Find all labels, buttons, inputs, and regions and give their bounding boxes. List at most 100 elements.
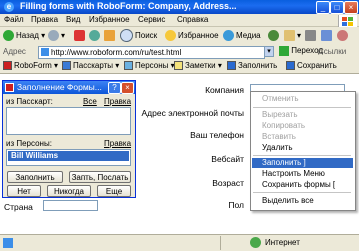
windows-logo-icon xyxy=(338,15,357,27)
address-label: Адрес xyxy=(3,47,26,56)
history-icon xyxy=(268,30,279,42)
forward-arrow-icon xyxy=(48,30,59,42)
status-divider xyxy=(220,236,221,250)
media-icon xyxy=(223,30,234,42)
media-button[interactable]: Медиа xyxy=(223,29,261,43)
menu-item-copy[interactable]: Копировать xyxy=(252,121,353,131)
country-field[interactable] xyxy=(43,200,98,211)
never-button[interactable]: Никогда xyxy=(47,185,91,197)
menu-item-cut[interactable]: Вырезать xyxy=(252,110,353,120)
page-status-icon xyxy=(3,238,13,248)
panel-title-bar: Заполнение Формы... ? × xyxy=(3,81,135,94)
fill-icon xyxy=(227,61,236,71)
identity-icon xyxy=(124,61,133,71)
status-bar: Интернет xyxy=(0,234,359,251)
email-label: Адрес электронной почты xyxy=(141,108,245,118)
from-identities-label: из Персоны: xyxy=(6,139,52,148)
menu-item-fill[interactable]: Заполнить ] xyxy=(252,158,353,168)
identity-list[interactable]: Bill Williams xyxy=(6,149,131,166)
menu-help[interactable]: Справка xyxy=(177,15,208,24)
edit-icon xyxy=(321,30,332,42)
passcards-button[interactable]: Пасскарты ▾ xyxy=(62,60,119,72)
menu-item-select-all[interactable]: Выделить все xyxy=(252,196,353,206)
window-title-bar: e Filling forms with RoboForm: Company, … xyxy=(0,0,359,14)
roboform-panel-icon xyxy=(5,83,14,92)
menu-separator xyxy=(253,192,351,193)
security-zone-label: Интернет xyxy=(265,238,300,247)
age-label: Возраст xyxy=(212,178,244,188)
company-label: Компания xyxy=(205,85,244,95)
passcard-list[interactable] xyxy=(6,107,131,135)
search-button[interactable]: Поиск xyxy=(120,29,157,43)
menu-separator xyxy=(253,107,351,108)
note-icon xyxy=(174,61,183,71)
history-button[interactable] xyxy=(268,29,281,43)
menu-item-delete[interactable]: Удалить xyxy=(252,143,353,153)
menu-view[interactable]: Вид xyxy=(66,15,80,24)
home-icon xyxy=(104,30,115,42)
print-icon xyxy=(305,30,316,42)
back-arrow-icon xyxy=(3,30,14,42)
print-button[interactable] xyxy=(305,29,318,43)
forward-button[interactable]: ▾ xyxy=(48,29,65,43)
home-button[interactable] xyxy=(104,29,117,43)
search-icon xyxy=(120,29,133,43)
messenger-icon xyxy=(337,30,348,42)
identities-button[interactable]: Персоны ▾ xyxy=(124,60,175,72)
back-button[interactable]: Назад ▾ xyxy=(3,29,45,43)
menu-item-save-form[interactable]: Сохранить формы [ xyxy=(252,180,353,190)
maximize-button[interactable]: □ xyxy=(330,1,344,14)
go-button[interactable]: Переход xyxy=(279,46,323,56)
edit-identities-link[interactable]: Правка xyxy=(104,139,131,148)
help-icon[interactable]: ? xyxy=(108,82,121,94)
fill-button[interactable]: Заполнить xyxy=(7,171,63,183)
menu-bar: Файл Правка Вид Избранное Сервис Справка xyxy=(0,14,359,27)
menu-edit[interactable]: Правка xyxy=(31,15,58,24)
fill-submit-button[interactable]: Запть, Послать xyxy=(69,171,131,183)
menu-file[interactable]: Файл xyxy=(4,15,24,24)
menu-separator xyxy=(253,155,351,156)
ie-icon: e xyxy=(4,2,14,12)
mail-button[interactable]: ▾ xyxy=(284,29,301,43)
internet-zone-icon xyxy=(250,237,261,248)
favorites-button[interactable]: Избранное xyxy=(165,29,219,43)
menu-item-undo[interactable]: Отменить xyxy=(252,94,353,104)
refresh-button[interactable] xyxy=(89,29,102,43)
roboform-menu-button[interactable]: RoboForm ▾ xyxy=(3,60,58,72)
menu-item-customize[interactable]: Настроить Меню xyxy=(252,169,353,179)
menu-tools[interactable]: Сервис xyxy=(138,15,165,24)
window-title: Filling forms with RoboForm: Company, Ad… xyxy=(20,1,237,11)
save-icon xyxy=(286,61,295,71)
mail-icon xyxy=(284,30,295,42)
sex-label: Пол xyxy=(228,200,244,210)
menu-item-paste[interactable]: Вставить xyxy=(252,132,353,142)
more-button[interactable]: Еще xyxy=(97,185,131,197)
address-bar: Адрес http://www.roboform.com/ru/test.ht… xyxy=(0,45,359,60)
close-button[interactable]: × xyxy=(344,1,358,14)
messenger-button[interactable] xyxy=(337,29,350,43)
edit-page-button[interactable] xyxy=(321,29,334,43)
all-link[interactable]: Все xyxy=(83,97,97,106)
go-arrow-icon xyxy=(279,46,289,56)
menu-favorites[interactable]: Избранное xyxy=(89,15,130,24)
panel-title: Заполнение Формы... xyxy=(17,82,102,92)
address-dropdown-button[interactable]: ▾ xyxy=(264,46,274,57)
fill-forms-button[interactable]: Заполнить xyxy=(227,60,277,72)
passcard-icon xyxy=(62,61,71,71)
roboform-icon xyxy=(3,61,12,71)
list-item[interactable]: Bill Williams xyxy=(8,151,129,161)
star-icon xyxy=(165,30,176,42)
links-label[interactable]: Ссылки xyxy=(318,47,346,56)
address-input[interactable]: http://www.roboform.com/ru/test.html xyxy=(38,46,265,59)
notes-button[interactable]: Заметки ▾ xyxy=(174,60,222,72)
no-button[interactable]: Нет xyxy=(7,185,41,197)
edit-passcards-link[interactable]: Правка xyxy=(104,97,131,106)
context-menu: Отменить Вырезать Копировать Вставить Уд… xyxy=(250,91,356,211)
panel-close-icon[interactable]: × xyxy=(121,82,134,94)
save-forms-button[interactable]: Сохранить xyxy=(286,60,337,72)
website-label: Вебсайт xyxy=(211,154,244,164)
stop-button[interactable] xyxy=(74,29,87,43)
from-passcard-label: из Пасскарт: xyxy=(6,97,53,106)
country-label: Страна xyxy=(4,202,33,212)
minimize-button[interactable]: _ xyxy=(316,1,330,14)
